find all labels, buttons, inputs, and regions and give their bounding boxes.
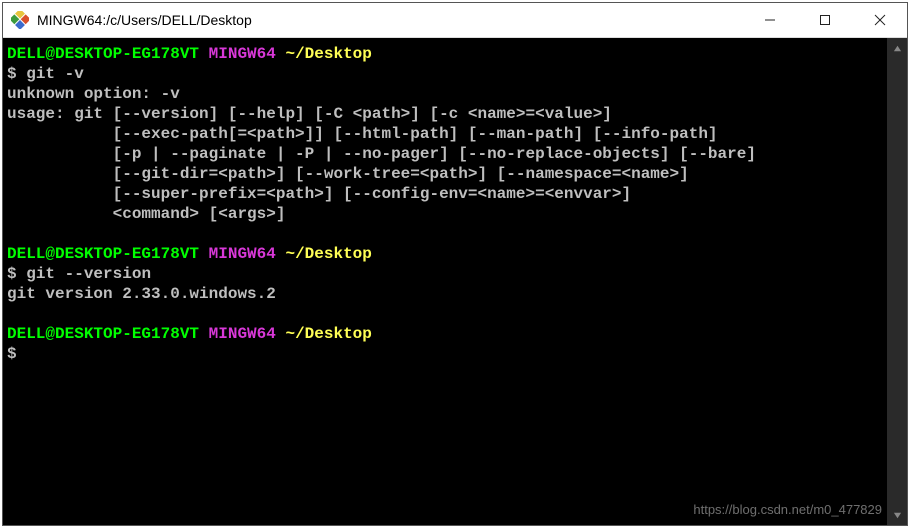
titlebar: MINGW64:/c/Users/DELL/Desktop — [3, 3, 907, 38]
terminal-content[interactable]: DELL@DESKTOP-EG178VT MINGW64 ~/Desktop $… — [3, 38, 887, 525]
close-button[interactable] — [852, 3, 907, 37]
minimize-button[interactable] — [742, 3, 797, 37]
prompt-cwd: ~/Desktop — [285, 245, 371, 263]
maximize-button[interactable] — [797, 3, 852, 37]
output-line: [--super-prefix=<path>] [--config-env=<n… — [7, 185, 631, 203]
output-line: unknown option: -v — [7, 85, 180, 103]
output-line: [--git-dir=<path>] [--work-tree=<path>] … — [7, 165, 689, 183]
terminal-body: DELL@DESKTOP-EG178VT MINGW64 ~/Desktop $… — [3, 38, 907, 525]
output-line: <command> [<args>] — [7, 205, 285, 223]
prompt-cwd: ~/Desktop — [285, 45, 371, 63]
output-line: [-p | --paginate | -P | --no-pager] [--n… — [7, 145, 756, 163]
prompt-user-host: DELL@DESKTOP-EG178VT — [7, 245, 199, 263]
output-line: git version 2.33.0.windows.2 — [7, 285, 276, 303]
scroll-up-icon[interactable] — [887, 38, 907, 58]
scrollbar[interactable] — [887, 38, 907, 525]
window-title: MINGW64:/c/Users/DELL/Desktop — [37, 12, 742, 28]
app-icon — [11, 11, 29, 29]
prompt-sigil: $ — [7, 265, 17, 283]
prompt-user-host: DELL@DESKTOP-EG178VT — [7, 325, 199, 343]
scroll-down-icon[interactable] — [887, 505, 907, 525]
command-text: git --version — [26, 265, 151, 283]
output-line: [--exec-path[=<path>]] [--html-path] [--… — [7, 125, 718, 143]
prompt-sigil: $ — [7, 65, 17, 83]
prompt-user-host: DELL@DESKTOP-EG178VT — [7, 45, 199, 63]
prompt-env: MINGW64 — [209, 325, 276, 343]
output-line: usage: git [--version] [--help] [-C <pat… — [7, 105, 612, 123]
command-text: git -v — [26, 65, 84, 83]
prompt-env: MINGW64 — [209, 45, 276, 63]
window-controls — [742, 3, 907, 37]
prompt-env: MINGW64 — [209, 245, 276, 263]
prompt-sigil: $ — [7, 345, 17, 363]
terminal-window: MINGW64:/c/Users/DELL/Desktop DELL@DESKT… — [2, 2, 908, 526]
prompt-cwd: ~/Desktop — [285, 325, 371, 343]
